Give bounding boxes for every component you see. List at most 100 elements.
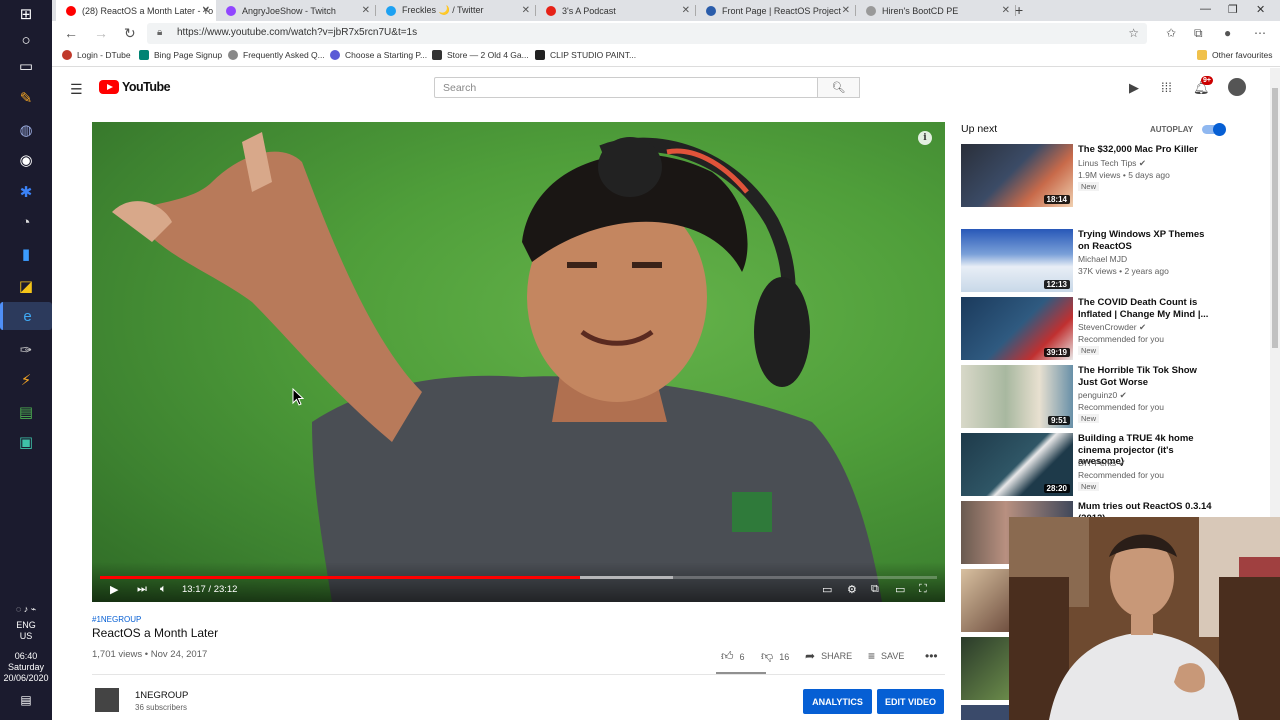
bookmark-item[interactable]: Choose a Starting P... xyxy=(330,50,427,60)
browser-tab[interactable]: Front Page | ReactOS Project ✕ xyxy=(696,0,856,21)
favorites-icon[interactable]: ✩ xyxy=(1166,26,1176,40)
progress-bar[interactable] xyxy=(100,576,937,579)
account-avatar[interactable] xyxy=(1228,78,1246,96)
profile-icon[interactable]: ● xyxy=(1224,26,1231,40)
tab-close-icon[interactable]: ✕ xyxy=(682,5,690,16)
taskbar-lang[interactable]: ENG xyxy=(0,620,52,631)
share-button[interactable]: ➦ SHARE xyxy=(805,649,852,663)
tab-close-icon[interactable]: ✕ xyxy=(522,5,530,16)
clock-app-icon[interactable]: ◔ xyxy=(14,210,38,234)
bookmark-item[interactable]: Bing Page Signup xyxy=(139,50,222,60)
refresh-icon[interactable]: ↻ xyxy=(124,25,136,42)
notes-app-icon[interactable]: ◪ xyxy=(14,274,38,298)
pen-app-icon[interactable]: ✎ xyxy=(14,86,38,110)
edge-browser-icon[interactable]: e xyxy=(0,302,52,330)
recommended-video[interactable]: 9:51 The Horrible Tik Tok Show Just Got … xyxy=(961,365,1231,429)
more-menu-icon[interactable]: ⋯ xyxy=(1254,26,1266,40)
next-video-icon[interactable]: ⏭︎ xyxy=(137,583,147,596)
video-thumbnail[interactable]: 28:20 xyxy=(961,433,1073,496)
collections-icon[interactable]: ⧉ xyxy=(1194,26,1203,41)
tray-icons[interactable]: ◌ ♪ ⌁ xyxy=(0,604,52,615)
browser-tab[interactable]: (28) ReactOS a Month Later - Yo ✕ xyxy=(56,0,216,21)
fullscreen-icon[interactable]: ⛶ xyxy=(919,583,927,596)
bookmark-item[interactable]: Frequently Asked Q... xyxy=(228,50,325,60)
recommended-title[interactable]: Trying Windows XP Themes on ReactOS xyxy=(1078,229,1218,252)
theater-mode-icon[interactable]: ▭ xyxy=(895,583,905,596)
video-thumbnail[interactable]: 39:19 xyxy=(961,297,1073,360)
recommended-video[interactable]: 12:13 Trying Windows XP Themes on ReactO… xyxy=(961,229,1231,293)
other-favourites-folder[interactable]: Other favourites xyxy=(1197,50,1272,60)
video-hashtag[interactable]: #1NEGROUP xyxy=(92,615,141,624)
tab-favicon-icon xyxy=(866,5,876,16)
video-thumbnail[interactable]: 12:13 xyxy=(961,229,1073,292)
volume-icon[interactable]: 🔈︎ xyxy=(160,583,167,596)
subtitles-icon[interactable]: ▭ xyxy=(822,583,832,596)
info-icon[interactable]: i xyxy=(918,131,932,145)
dislike-button[interactable]: 👎︎ 16 xyxy=(761,649,789,664)
maximize-icon[interactable]: ❐ xyxy=(1228,3,1238,16)
tab-close-icon[interactable]: ✕ xyxy=(202,5,210,16)
browser-tab[interactable]: AngryJoeShow - Twitch ✕ xyxy=(216,0,376,21)
bookmark-item[interactable]: Login - DTube xyxy=(62,50,131,60)
video-thumbnail[interactable] xyxy=(961,637,1009,700)
youtube-logo[interactable]: YouTube xyxy=(99,80,171,94)
favorite-star-icon[interactable]: ☆ xyxy=(1128,26,1139,40)
channel-name[interactable]: 1NEGROUP xyxy=(135,690,188,701)
edit-video-button[interactable]: EDIT VIDEO xyxy=(877,689,944,714)
back-arrow-icon[interactable]: ← xyxy=(64,25,78,41)
recommended-video[interactable]: 39:19 The COVID Death Count is Inflated … xyxy=(961,297,1231,361)
tab-close-icon[interactable]: ✕ xyxy=(1002,5,1010,16)
terminal-app-icon[interactable]: ▣ xyxy=(14,430,38,454)
bluetooth-icon[interactable]: ✱ xyxy=(14,180,38,204)
browser-tab[interactable]: Freckles 🌙 / Twitter ✕ xyxy=(376,0,536,21)
recommended-title[interactable]: The $32,000 Mac Pro Killer xyxy=(1078,144,1218,156)
video-thumbnail[interactable] xyxy=(961,569,1009,632)
minimize-icon[interactable]: — xyxy=(1200,3,1211,15)
document-app-icon[interactable]: ▤ xyxy=(14,400,38,424)
cortana-icon[interactable]: ○ xyxy=(14,28,38,52)
video-thumbnail[interactable]: 9:51 xyxy=(961,365,1073,428)
new-tab-icon[interactable]: + xyxy=(1015,2,1023,18)
recommended-title[interactable]: The COVID Death Count is Inflated | Chan… xyxy=(1078,297,1218,320)
recommended-meta: Recommended for you xyxy=(1078,470,1164,480)
autoplay-toggle[interactable] xyxy=(1202,122,1226,136)
windows-start-icon[interactable]: ⊞ xyxy=(14,2,38,26)
search-button[interactable]: 🔍︎ xyxy=(817,77,860,98)
lightning-app-icon[interactable]: ⚡ xyxy=(14,368,38,392)
url-field[interactable]: 🔒︎ https://www.youtube.com/watch?v=jbR7x… xyxy=(147,23,1147,44)
task-view-icon[interactable]: ▭ xyxy=(14,54,38,78)
search-input[interactable] xyxy=(434,77,818,98)
bookmark-item[interactable]: Store — 2 Old 4 Ga... xyxy=(432,50,529,60)
recommended-video[interactable]: 28:20 Building a TRUE 4k home cinema pro… xyxy=(961,433,1231,497)
taskbar-time[interactable]: 06:40 xyxy=(0,651,52,662)
play-icon[interactable]: ▶ xyxy=(110,583,118,596)
tool-app-icon[interactable]: ✑ xyxy=(14,338,38,362)
action-center-icon[interactable]: ▤ xyxy=(0,694,52,706)
more-actions-button[interactable]: ••• xyxy=(925,649,944,663)
video-player[interactable]: i ▶ ⏭︎ 🔈︎ 13:17 / 23:12 ▭ ⚙ ⧉ ▭ ⛶ xyxy=(92,122,945,602)
game-app-icon[interactable]: ◉ xyxy=(14,148,38,172)
tab-close-icon[interactable]: ✕ xyxy=(842,5,850,16)
analytics-button[interactable]: ANALYTICS xyxy=(803,689,872,714)
bookmark-item[interactable]: CLIP STUDIO PAINT... xyxy=(535,50,636,60)
channel-avatar[interactable] xyxy=(95,688,119,712)
recommended-title[interactable]: The Horrible Tik Tok Show Just Got Worse xyxy=(1078,365,1218,388)
settings-gear-icon[interactable]: ⚙ xyxy=(847,583,857,596)
phone-app-icon[interactable]: ▮ xyxy=(14,242,38,266)
close-window-icon[interactable]: ✕ xyxy=(1256,3,1265,16)
apps-grid-icon[interactable]: ⁞⁞⁞ xyxy=(1161,80,1172,95)
create-video-icon[interactable]: ▶︎ xyxy=(1129,80,1139,96)
forward-arrow-icon[interactable]: → xyxy=(94,25,108,41)
video-thumbnail[interactable] xyxy=(961,705,1009,720)
hamburger-menu-icon[interactable]: ☰ xyxy=(70,81,83,98)
like-button[interactable]: 👍︎ 6 xyxy=(721,649,745,664)
video-thumbnail[interactable]: 18:14 xyxy=(961,144,1073,207)
browser-tab[interactable]: 3's A Podcast ✕ xyxy=(536,0,696,21)
recommended-video[interactable]: 18:14 The $32,000 Mac Pro Killer Linus T… xyxy=(961,144,1231,208)
miniplayer-icon[interactable]: ⧉ xyxy=(871,583,879,596)
tab-close-icon[interactable]: ✕ xyxy=(362,5,370,16)
app-icon[interactable]: ◍ xyxy=(14,118,38,142)
scrollbar-thumb[interactable] xyxy=(1272,88,1278,348)
save-button[interactable]: ≡ SAVE xyxy=(868,649,904,663)
browser-tab[interactable]: Hiren's BootCD PE ✕ xyxy=(856,0,1016,21)
